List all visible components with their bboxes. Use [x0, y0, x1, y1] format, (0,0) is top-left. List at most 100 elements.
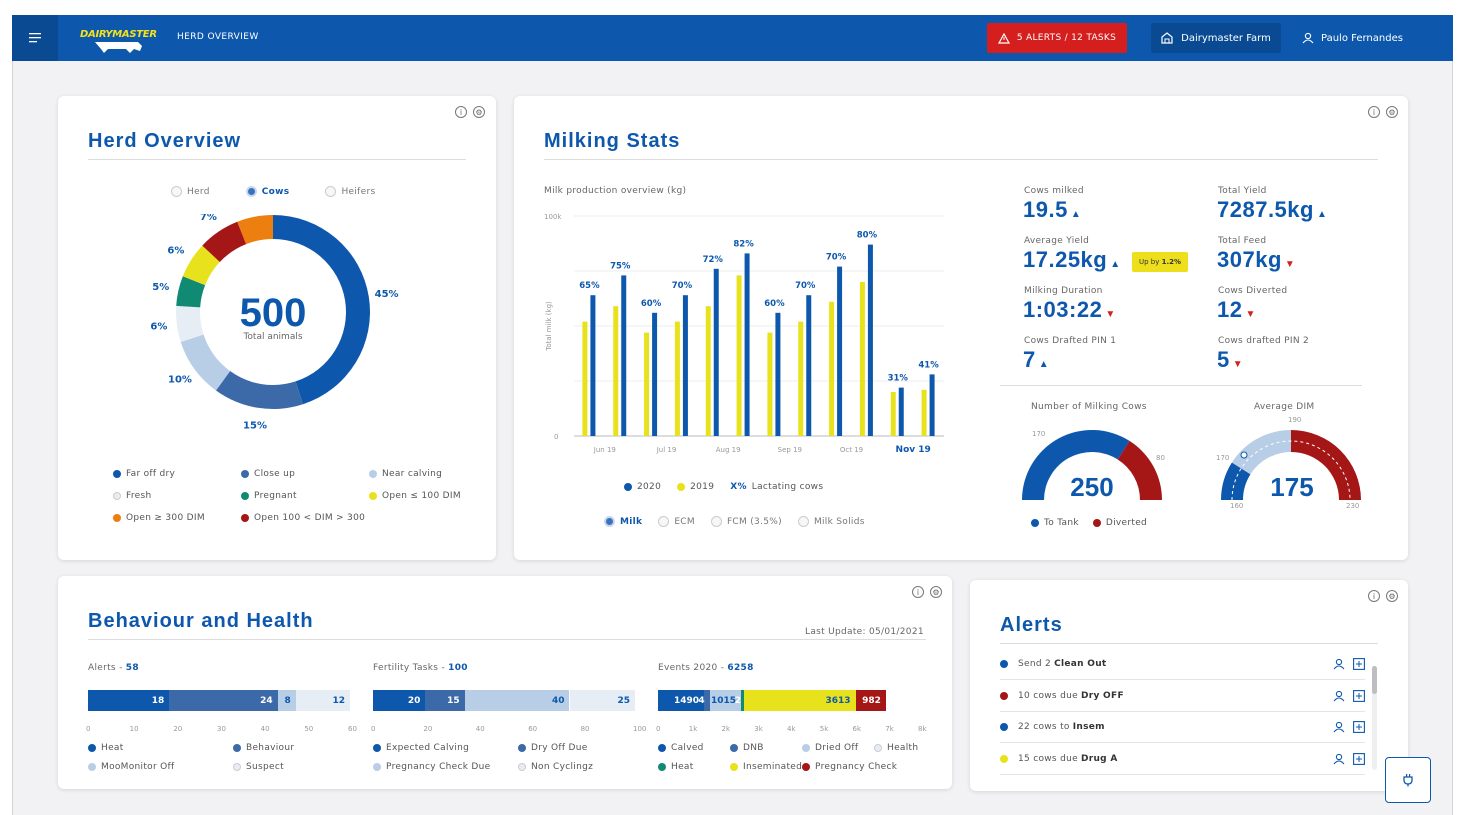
add-task-icon[interactable] — [1353, 658, 1365, 670]
gear-icon[interactable]: ⚙ — [1386, 106, 1398, 118]
gear-icon[interactable]: ⚙ — [1386, 590, 1398, 602]
info-icon[interactable]: i — [1368, 590, 1380, 602]
herd-radio-2[interactable]: Heifers — [325, 186, 375, 197]
bar-2019[interactable] — [674, 321, 680, 436]
axis-tick: 40 — [475, 725, 485, 733]
alert-bold: Dry OFF — [1080, 690, 1124, 701]
x-tick-label: Jun 19 — [593, 446, 616, 454]
bar-2020[interactable] — [867, 244, 873, 436]
bar-annotation: 70% — [795, 281, 816, 291]
alert-item[interactable]: 10 cows due Dry OFF — [1000, 681, 1365, 712]
assign-user-icon[interactable] — [1333, 721, 1345, 733]
alert-item[interactable]: 22 cows to Insem — [1000, 712, 1365, 743]
bar-2019[interactable] — [829, 301, 835, 436]
dairymaster-logo[interactable]: DAIRYMASTER — [80, 27, 158, 53]
bar-2020[interactable] — [929, 374, 935, 436]
bar-2020[interactable] — [682, 295, 688, 436]
milk-radio-1[interactable]: ECM — [658, 516, 695, 527]
alert-dot — [1000, 691, 1008, 700]
assign-user-icon[interactable] — [1333, 658, 1345, 670]
assign-user-icon[interactable] — [1333, 690, 1345, 702]
bar-2019[interactable] — [921, 389, 927, 436]
gauge1-value: 250 — [1070, 472, 1113, 502]
bar-2020[interactable] — [744, 253, 750, 436]
milk-radio-0[interactable]: Milk — [604, 516, 642, 527]
herd-legend-item: Open ≥ 300 DIM — [113, 513, 241, 523]
bar-segment[interactable]: 20 — [373, 690, 426, 711]
quick-action-button[interactable] — [1385, 757, 1431, 803]
bar-segment[interactable]: 1490 — [658, 690, 705, 711]
donut-slice-1[interactable] — [215, 371, 303, 409]
bar-2020[interactable] — [590, 295, 596, 436]
radio-circle[interactable] — [245, 186, 257, 197]
scrollbar-thumb[interactable] — [1372, 666, 1377, 694]
assign-user-icon[interactable] — [1333, 753, 1345, 765]
milk-radio-3[interactable]: Milk Solids — [797, 516, 865, 527]
bar-2020[interactable] — [837, 266, 843, 436]
herd-legend-item: Open 100 < DIM > 300 — [241, 513, 369, 523]
gauge-marker — [1240, 451, 1248, 459]
hamburger-menu-button[interactable] — [12, 15, 58, 61]
bar-2019[interactable] — [736, 275, 742, 436]
bar-segment[interactable]: 24 — [169, 690, 278, 711]
info-icon[interactable]: i — [912, 586, 924, 598]
add-task-icon[interactable] — [1353, 752, 1365, 765]
bar-2019[interactable] — [859, 282, 865, 436]
info-icon[interactable]: i — [1368, 106, 1380, 118]
bar-2019[interactable] — [767, 332, 773, 436]
group-total: 58 — [125, 663, 139, 673]
group-total: 6258 — [727, 663, 754, 673]
bar-segment[interactable]: 25 — [569, 690, 635, 711]
farm-selector-button[interactable]: Dairymaster Farm — [1151, 23, 1281, 53]
radio-circle[interactable] — [797, 516, 809, 527]
slice-label-5: 6% — [167, 245, 184, 256]
bar-2020[interactable] — [621, 275, 627, 436]
radio-circle[interactable] — [171, 186, 182, 197]
bar-2019[interactable] — [890, 392, 896, 436]
bar-2020[interactable] — [713, 268, 719, 436]
alerts-scrollbar[interactable] — [1372, 666, 1377, 770]
legend-2020: 2020 — [637, 482, 662, 492]
bar-segment[interactable]: 982 — [855, 690, 886, 711]
alerts-tasks-button[interactable]: 5 ALERTS / 12 TASKS — [987, 23, 1127, 53]
bar-2019[interactable] — [613, 306, 619, 436]
herd-overview-card: i ⚙ Herd Overview Herd Cows Heifers 45% 15%… — [58, 96, 496, 560]
bar-2019[interactable] — [798, 321, 804, 436]
user-menu-button[interactable]: Paulo Fernandes — [1302, 23, 1403, 53]
radio-circle[interactable] — [604, 516, 615, 527]
herd-radio-1[interactable]: Cows — [245, 186, 290, 197]
legend-label: Open ≥ 300 DIM — [126, 513, 205, 523]
add-task-icon[interactable] — [1353, 689, 1365, 702]
bar-segment[interactable]: 3613 — [743, 690, 856, 711]
legend-dot — [233, 763, 241, 771]
bar-2019[interactable] — [582, 321, 588, 436]
info-icon[interactable]: i — [455, 106, 467, 118]
bar-2020[interactable] — [775, 312, 781, 436]
bar-2019[interactable] — [705, 306, 711, 436]
group-label: Fertility Tasks - — [373, 663, 449, 673]
bar-segment[interactable]: 40 — [464, 690, 570, 711]
gear-icon[interactable]: ⚙ — [930, 586, 942, 598]
bar-segment[interactable]: 18 — [88, 690, 170, 711]
slice-label-1: 15% — [243, 421, 267, 432]
add-task-icon[interactable] — [1353, 721, 1365, 733]
milk-radio-2[interactable]: FCM (3.5%) — [710, 516, 782, 527]
alert-item[interactable]: 15 cows due Drug A — [1000, 744, 1365, 775]
herd-legend-item: Close up — [241, 469, 369, 479]
legend-dot — [241, 492, 249, 500]
bar-segment[interactable]: 15 — [425, 690, 465, 711]
bar-segment[interactable]: 12 — [295, 690, 350, 711]
gear-icon[interactable]: ⚙ — [473, 106, 485, 118]
bar-2020[interactable] — [898, 387, 904, 436]
bar-2020[interactable] — [806, 295, 812, 436]
bar-2019[interactable] — [644, 332, 650, 436]
herd-radio-0[interactable]: Herd — [171, 186, 210, 197]
radio-circle[interactable] — [658, 516, 670, 527]
radio-circle[interactable] — [325, 186, 337, 197]
bar-2020[interactable] — [652, 312, 658, 436]
stat-label: Total Feed — [1218, 236, 1267, 246]
bar-annotation: 65% — [579, 281, 600, 291]
bar-segment[interactable]: 8 — [277, 690, 296, 711]
radio-circle[interactable] — [710, 516, 722, 527]
alert-item[interactable]: Send 2 Clean Out — [1000, 649, 1365, 680]
